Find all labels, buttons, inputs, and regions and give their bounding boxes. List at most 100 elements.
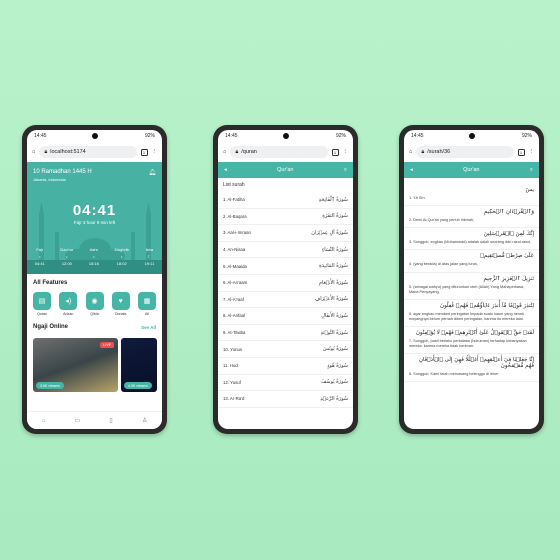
surah-row[interactable]: 8. Al-Anfaal سُورَةُ الأَنفَالِ xyxy=(218,308,353,325)
surah-row[interactable]: 13. Ar-Ra'd سُورَةُ الرَّعۡدِ xyxy=(218,391,353,408)
user-icon[interactable]: ♙ xyxy=(142,417,147,424)
feature-adzan[interactable]: ◂) Adzan xyxy=(59,292,78,316)
verse-item: لَقَدۡ حَقَّ ٱلۡقَوۡلُ عَلَىٰٓ أَكۡثَرِه… xyxy=(404,327,539,355)
video-card[interactable]: 4.3K viewers xyxy=(121,338,157,392)
viewers-badge: 4.3K viewers xyxy=(124,382,153,389)
search-icon[interactable]: ⌕ xyxy=(344,167,347,174)
battery: 92% xyxy=(335,133,346,139)
quran-list-screen: 14:45 92% ⌂ 🔒︎/quran 1 ⋮ ◂ Qur'an ⌕ List su… xyxy=(218,130,353,429)
tabs-button[interactable]: 1 xyxy=(517,148,525,156)
camera xyxy=(91,133,98,139)
prayer-time: 04:41 xyxy=(34,261,45,266)
prayer-hero: 10 Ramadhan 1445 H Jakarta, Indonesia 🔔︎… xyxy=(27,162,162,274)
feature-quran[interactable]: ▤ Quran xyxy=(33,292,51,316)
verse-arabic: وَٱلۡقُرۡءَانِ ٱلۡحَكِيمِ xyxy=(484,209,534,216)
feature-label: All xyxy=(145,312,149,316)
surah-arabic: سُورَةُ الأَنۡعَامِ xyxy=(318,279,348,286)
verse-list: يسٓ 1. Yā Sīn. وَٱلۡقُرۡءَانِ ٱلۡحَكِيمِ 2.… xyxy=(404,184,539,383)
verse-translation: 6. agar engkau memberi peringatan kepada… xyxy=(409,311,525,321)
video-card[interactable]: LIVE 3.6K viewers xyxy=(33,338,118,392)
home-screen: 14:45 92% ⌂ 🔒︎ localhost:5174 1 ⋮ 10 Ramad… xyxy=(27,130,162,429)
surah-name: 13. Ar-Ra'd xyxy=(223,396,245,402)
verse-arabic: لَقَدۡ حَقَّ ٱلۡقَوۡلُ عَلَىٰٓ أَكۡثَرِه… xyxy=(415,330,534,336)
feature-list: ▤ Quran ◂) Adzan ◉ Qibla ♥ Donate ▦ All xyxy=(33,292,156,316)
verse-translation: 8. Sungguh, Kami telah memasang belenggu… xyxy=(409,372,499,377)
verse-translation: 4. (yang berada) di atas jalan yang luru… xyxy=(409,262,478,267)
sun-icon: • xyxy=(66,254,68,259)
back-icon[interactable]: ◂ xyxy=(410,167,413,173)
tabs-button[interactable]: 1 xyxy=(140,148,148,156)
surah-arabic: سُورَةُ هُودٍ xyxy=(327,362,348,369)
feature-all[interactable]: ▦ All xyxy=(138,292,156,316)
lock-icon: 🔒︎ xyxy=(44,148,48,155)
surah-arabic: سُورَةُ يُوسُفَ xyxy=(321,379,348,386)
camera xyxy=(468,133,475,139)
current-time: 04:41 xyxy=(72,202,117,219)
browser-bar: ⌂ 🔒︎/quran 1 ⋮ xyxy=(218,142,353,162)
surah-row[interactable]: 5. Al-Maaida سُورَةُ المَائـِدَةِ xyxy=(218,258,353,275)
menu-icon[interactable]: ⋮ xyxy=(529,149,535,155)
surah-row[interactable]: 10. Yunus سُورَةُ يُونُسَ xyxy=(218,341,353,358)
surah-row[interactable]: 1. Al-Fatiha سُورَةُ ٱلْفَاتِحَةِ xyxy=(218,192,353,209)
surah-name: 4. An-Nisaa xyxy=(223,247,246,253)
surah-arabic: سُورَةُ ٱلْفَاتِحَةِ xyxy=(318,196,348,203)
surah-name: 8. Al-Anfaal xyxy=(223,313,245,319)
home-icon[interactable]: ⌂ xyxy=(409,149,412,155)
phone-quran-list: 14:45 92% ⌂ 🔒︎/quran 1 ⋮ ◂ Qur'an ⌕ List su… xyxy=(213,125,358,434)
app-bar: ◂ Qur'an ⌕ xyxy=(218,162,353,178)
verse-arabic: لِتُنذِرَ قَوۡمٗا مَّآ أُنذِرَ ءَابَآؤُه… xyxy=(440,302,534,309)
surah-row[interactable]: 11. Hud سُورَةُ هُودٍ xyxy=(218,358,353,375)
heart-icon: ♥ xyxy=(111,292,130,310)
book-icon: ▤ xyxy=(33,292,51,310)
tabs-button[interactable]: 1 xyxy=(331,148,339,156)
search-icon[interactable]: ⌕ xyxy=(530,167,533,174)
surah-row[interactable]: 7. Al-A'raaf سُورَةُ الأَعۡرَافِ xyxy=(218,292,353,309)
phone-surah-detail: 14:45 92% ⌂ 🔒︎/surah/36 1 ⋮ ◂ Qur'an ⌕ يسٓ 1… xyxy=(399,125,544,434)
camera xyxy=(282,133,289,139)
surah-row[interactable]: 2. Al-Baqara سُورَةُ البَقَرَةِ xyxy=(218,209,353,226)
verse-item: لِتُنذِرَ قَوۡمٗا مَّآ أُنذِرَ ءَابَآؤُه… xyxy=(404,300,539,327)
feature-label: Donate xyxy=(114,312,127,316)
app-bar: ◂ Qur'an ⌕ xyxy=(404,162,539,178)
url-text: localhost:5174 xyxy=(50,149,86,155)
home-icon[interactable]: ⌂ xyxy=(42,418,46,424)
feature-qibla[interactable]: ◉ Qibla xyxy=(85,292,104,316)
home-icon[interactable]: ⌂ xyxy=(223,149,226,155)
surah-name: 7. Al-A'raaf xyxy=(223,296,244,302)
verse-item: يسٓ 1. Yā Sīn. xyxy=(404,184,539,207)
features-card: All Features ▤ Quran ◂) Adzan ◉ Qibla ♥ Dona… xyxy=(27,274,162,411)
prayer-name: Ashr xyxy=(89,247,98,252)
ngaji-title: Ngaji Online xyxy=(33,324,69,330)
surah-name: 5. Al-Maaida xyxy=(223,263,247,269)
viewers-badge: 3.6K viewers xyxy=(36,382,65,389)
live-badge: LIVE xyxy=(100,342,114,348)
battery: 92% xyxy=(521,133,532,139)
surah-row[interactable]: 3. Aal-i-Imraan سُورَةُ آلِ عِمۡرَانَ xyxy=(218,225,353,242)
page-title: Qur'an xyxy=(463,167,480,173)
surah-row[interactable]: 9. At-Tawba سُورَةُ التَّوۡبَةِ xyxy=(218,325,353,342)
status-time: 14:45 xyxy=(225,133,238,139)
calendar-icon[interactable]: ▭ xyxy=(75,417,81,424)
document-icon[interactable]: ▯ xyxy=(109,417,112,424)
surah-arabic: سُورَةُ يُونُسَ xyxy=(322,346,348,353)
home-icon[interactable]: ⌂ xyxy=(32,149,35,155)
menu-icon[interactable]: ⋮ xyxy=(343,149,349,155)
verse-translation: 5. (sebagai wahyu) yang diturunkan oleh … xyxy=(409,284,525,294)
surah-row[interactable]: 12. Yusuf سُورَةُ يُوسُفَ xyxy=(218,375,353,392)
prayer-name: Fajr xyxy=(36,247,44,252)
verse-translation: 2. Demi Al-Qur'an yang penuh hikmah, xyxy=(409,218,475,223)
surah-row[interactable]: 6. Al-An'aam سُورَةُ الأَنۡعَامِ xyxy=(218,275,353,292)
menu-icon[interactable]: ⋮ xyxy=(152,149,158,155)
verse-item: إِنَّكَ لَمِنَ ٱلۡمُرۡسَلِينَ 3. Sungguh,… xyxy=(404,228,539,251)
speaker-icon: ◂) xyxy=(59,292,78,310)
surah-row[interactable]: 4. An-Nisaa سُورَةُ النِّسَاءِ xyxy=(218,242,353,259)
bell-icon[interactable]: 🔔︎ xyxy=(148,169,156,176)
see-all-link[interactable]: See All xyxy=(141,325,156,330)
prayer-time: 15:16 xyxy=(88,261,99,266)
url-field[interactable]: 🔒︎ localhost:5174 xyxy=(39,146,137,158)
url-field[interactable]: 🔒︎/surah/36 xyxy=(416,146,514,158)
url-field[interactable]: 🔒︎/quran xyxy=(230,146,328,158)
prayer-dzuhur: Dzuhur • 12:00 xyxy=(60,245,73,268)
feature-donate[interactable]: ♥ Donate xyxy=(111,292,130,316)
back-icon[interactable]: ◂ xyxy=(224,167,227,173)
